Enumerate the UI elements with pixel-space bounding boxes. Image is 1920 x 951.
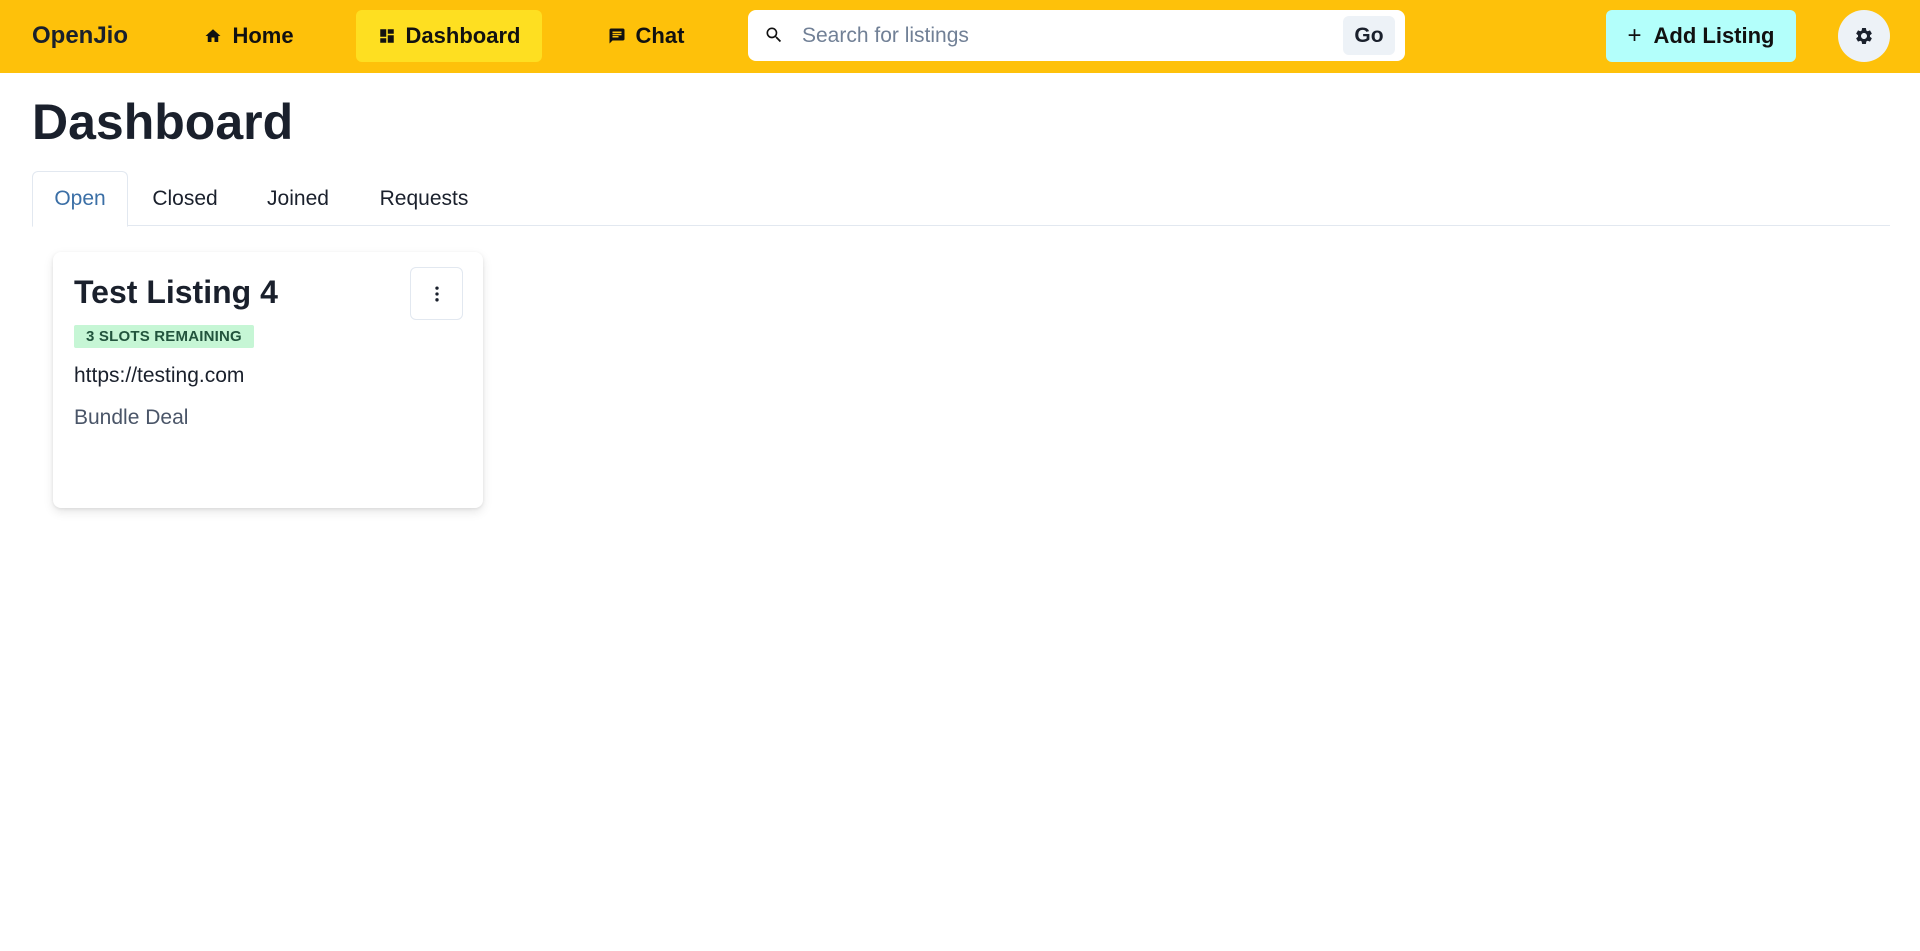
search-input[interactable] bbox=[802, 16, 1322, 55]
listing-card[interactable]: Test Listing 4 3 SLOTS REMAINING https:/… bbox=[53, 252, 483, 508]
nav-dashboard-label: Dashboard bbox=[405, 23, 521, 48]
search-go-button[interactable]: Go bbox=[1343, 16, 1395, 55]
plus-icon: + bbox=[1627, 22, 1642, 49]
add-listing-label: Add Listing bbox=[1653, 23, 1775, 48]
add-listing-button[interactable]: + Add Listing bbox=[1606, 10, 1796, 62]
tab-requests[interactable]: Requests bbox=[354, 171, 494, 226]
chat-icon bbox=[609, 28, 625, 44]
nav-dashboard-button[interactable]: Dashboard bbox=[356, 10, 542, 62]
listing-link[interactable]: https://testing.com bbox=[74, 362, 244, 390]
gear-icon bbox=[1856, 27, 1872, 44]
brand-logo[interactable]: OpenJio bbox=[32, 20, 128, 52]
nav-home-label: Home bbox=[232, 23, 294, 48]
settings-button[interactable] bbox=[1838, 10, 1890, 62]
more-vertical-icon bbox=[434, 286, 439, 301]
home-icon bbox=[205, 29, 221, 42]
slots-badge: 3 SLOTS REMAINING bbox=[74, 325, 254, 348]
search-icon bbox=[766, 27, 782, 43]
dashboard-tabs: Open Closed Joined Requests bbox=[32, 171, 1890, 227]
nav-home-button[interactable]: Home bbox=[187, 10, 311, 62]
nav-chat-label: Chat bbox=[635, 23, 685, 48]
navbar: OpenJio Home Dashboard Chat Go + Add Lis… bbox=[0, 0, 1920, 73]
dashboard-icon bbox=[379, 29, 394, 43]
page-title: Dashboard bbox=[32, 94, 294, 150]
listing-menu-button[interactable] bbox=[410, 267, 463, 320]
tab-closed[interactable]: Closed bbox=[128, 171, 242, 226]
search-bar: Go bbox=[748, 10, 1405, 61]
tab-joined[interactable]: Joined bbox=[242, 171, 354, 226]
listing-title: Test Listing 4 bbox=[74, 274, 278, 310]
nav-chat-button[interactable]: Chat bbox=[594, 10, 698, 62]
tab-open[interactable]: Open bbox=[32, 171, 128, 227]
listing-subtitle: Bundle Deal bbox=[74, 406, 189, 429]
